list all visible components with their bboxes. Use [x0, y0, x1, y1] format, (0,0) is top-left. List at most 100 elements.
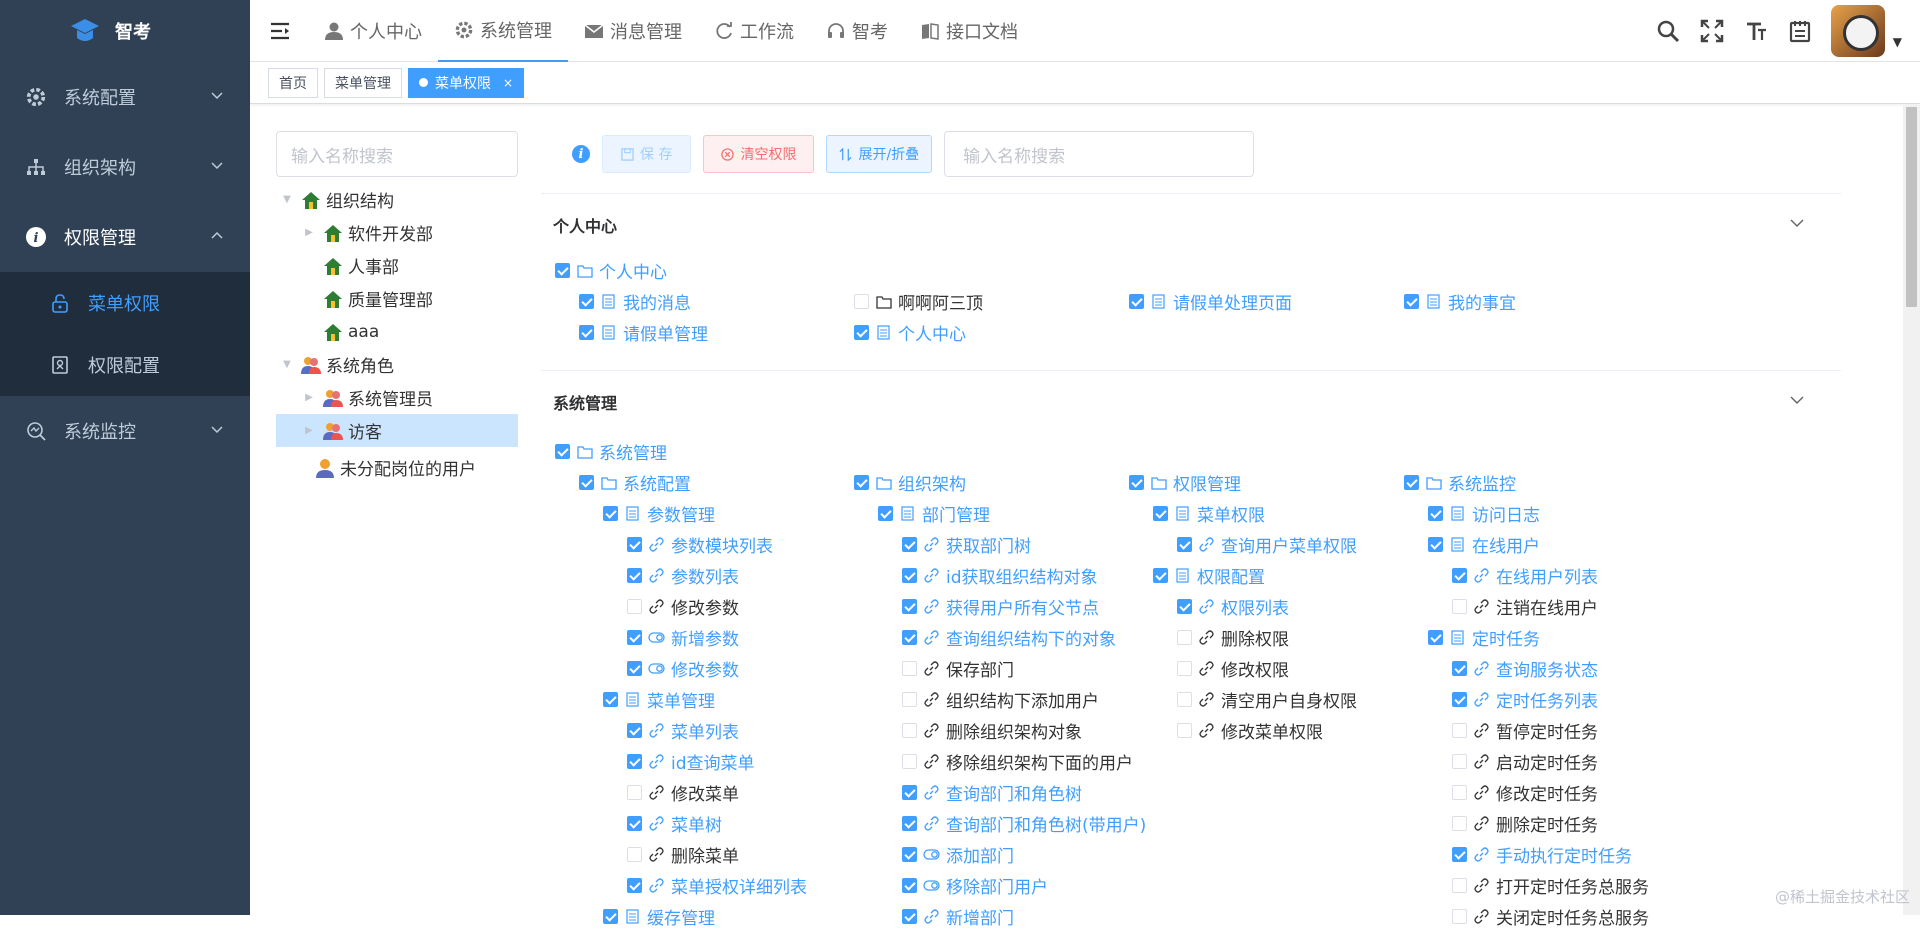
caret-right-icon[interactable]: ▶ [302, 425, 316, 436]
caret-down-icon[interactable]: ▼ [280, 194, 294, 205]
checkbox[interactable] [1404, 475, 1419, 490]
checkbox[interactable] [902, 909, 917, 924]
checkbox[interactable] [902, 847, 917, 862]
perm-item[interactable]: 修改菜单 [627, 780, 739, 805]
checkbox[interactable] [1428, 506, 1443, 521]
perm-item[interactable]: 访问日志 [1428, 501, 1540, 526]
checkbox[interactable] [854, 475, 869, 490]
perm-item[interactable]: 请假单管理 [579, 320, 708, 345]
checkbox[interactable] [603, 909, 618, 924]
perm-item[interactable]: 在线用户 [1428, 532, 1540, 557]
perm-item[interactable]: 啊啊阿三顶 [854, 289, 983, 314]
perm-item[interactable]: 查询部门和角色树 [902, 780, 1082, 805]
perm-item[interactable]: 删除定时任务 [1452, 811, 1598, 836]
tag-menu-management[interactable]: 菜单管理 [324, 68, 402, 98]
checkbox[interactable] [1452, 785, 1467, 800]
checkbox[interactable] [603, 506, 618, 521]
perm-item[interactable]: 菜单列表 [627, 718, 739, 743]
perm-item[interactable]: 删除权限 [1177, 625, 1289, 650]
chevron-down-icon[interactable] [1789, 218, 1805, 228]
perm-item[interactable]: 个人中心 [854, 320, 966, 345]
checkbox[interactable] [1452, 661, 1467, 676]
checkbox[interactable] [555, 263, 570, 278]
checkbox[interactable] [902, 568, 917, 583]
perm-item[interactable]: 修改参数 [627, 594, 739, 619]
perm-item[interactable]: 查询用户菜单权限 [1177, 532, 1357, 557]
checkbox[interactable] [627, 661, 642, 676]
checkbox[interactable] [902, 878, 917, 893]
checkbox[interactable] [627, 630, 642, 645]
perm-item[interactable]: 查询组织结构下的对象 [902, 625, 1116, 650]
caret-down-icon[interactable]: ▼ [1893, 35, 1902, 49]
checkbox[interactable] [902, 816, 917, 831]
perm-item[interactable]: 启动定时任务 [1452, 749, 1598, 774]
checkbox[interactable] [902, 661, 917, 676]
perm-item[interactable]: 定时任务 [1428, 625, 1540, 650]
checkbox[interactable] [1177, 599, 1192, 614]
perm-item[interactable]: 参数列表 [627, 563, 739, 588]
chevron-down-icon[interactable] [1789, 395, 1805, 405]
perm-item[interactable]: 组织结构下添加用户 [902, 687, 1099, 712]
perm-item[interactable]: 权限管理 [1129, 470, 1241, 495]
clear-permission-button[interactable]: 清空权限 [703, 135, 814, 173]
perm-item[interactable]: 获取部门树 [902, 532, 1031, 557]
tag-home[interactable]: 首页 [268, 68, 318, 98]
checkbox[interactable] [1452, 723, 1467, 738]
sidebar-item-monitor[interactable]: 系统监控 [0, 396, 250, 466]
avatar[interactable] [1831, 5, 1885, 57]
perm-item[interactable]: 权限列表 [1177, 594, 1289, 619]
checkbox[interactable] [1177, 692, 1192, 707]
perm-item[interactable]: 菜单权限 [1153, 501, 1265, 526]
perm-item[interactable]: 权限配置 [1153, 563, 1265, 588]
tree-node-role[interactable]: ▶系统管理员 [276, 381, 518, 414]
topnav-workflow[interactable]: 工作流 [698, 0, 810, 62]
checkbox[interactable] [1452, 568, 1467, 583]
perm-item[interactable]: 参数管理 [603, 501, 715, 526]
expand-collapse-button[interactable]: 展开/折叠 [826, 135, 932, 173]
topnav-system[interactable]: 系统管理 [438, 0, 568, 62]
perm-item[interactable]: 暂停定时任务 [1452, 718, 1598, 743]
font-size-icon[interactable] [1743, 18, 1769, 44]
checkbox[interactable] [902, 599, 917, 614]
perm-item[interactable]: 我的事宜 [1404, 289, 1516, 314]
perm-item[interactable]: 定时任务列表 [1452, 687, 1598, 712]
checkbox[interactable] [627, 847, 642, 862]
checkbox[interactable] [627, 568, 642, 583]
close-icon[interactable]: × [503, 76, 513, 90]
notebook-icon[interactable] [1787, 18, 1813, 44]
tree-node-dept[interactable]: 人事部 [276, 249, 518, 282]
checkbox[interactable] [1452, 909, 1467, 924]
checkbox[interactable] [1428, 537, 1443, 552]
vertical-scrollbar[interactable] [1903, 105, 1920, 915]
perm-item[interactable]: 添加部门 [902, 842, 1014, 867]
checkbox[interactable] [1452, 816, 1467, 831]
perm-item[interactable]: 注销在线用户 [1452, 594, 1598, 619]
topnav-message[interactable]: 消息管理 [568, 0, 698, 62]
perm-item[interactable]: id获取组织结构对象 [902, 563, 1098, 588]
checkbox[interactable] [902, 692, 917, 707]
perm-item[interactable]: 删除菜单 [627, 842, 739, 867]
topnav-personal[interactable]: 个人中心 [308, 0, 438, 62]
perm-item[interactable]: 修改权限 [1177, 656, 1289, 681]
checkbox[interactable] [1452, 692, 1467, 707]
checkbox[interactable] [854, 294, 869, 309]
perm-item[interactable]: 系统监控 [1404, 470, 1516, 495]
checkbox[interactable] [627, 537, 642, 552]
checkbox[interactable] [1177, 537, 1192, 552]
perm-item[interactable]: 修改参数 [627, 656, 739, 681]
checkbox[interactable] [579, 475, 594, 490]
sidebar-item-permission-config[interactable]: 权限配置 [0, 334, 250, 396]
checkbox[interactable] [902, 537, 917, 552]
perm-item[interactable]: 修改菜单权限 [1177, 718, 1323, 743]
checkbox[interactable] [902, 630, 917, 645]
topnav-exam[interactable]: 智考 [810, 0, 904, 62]
app-logo[interactable]: 智考 [0, 0, 250, 62]
perm-item[interactable]: 修改定时任务 [1452, 780, 1598, 805]
perm-item[interactable]: 查询部门和角色树(带用户) [902, 811, 1146, 836]
checkbox[interactable] [627, 599, 642, 614]
perm-item[interactable]: 菜单管理 [603, 687, 715, 712]
checkbox[interactable] [1428, 630, 1443, 645]
caret-right-icon[interactable]: ▶ [302, 392, 316, 403]
perm-item[interactable]: 关闭定时任务总服务 [1452, 904, 1649, 929]
sidebar-item-org[interactable]: 组织架构 [0, 132, 250, 202]
